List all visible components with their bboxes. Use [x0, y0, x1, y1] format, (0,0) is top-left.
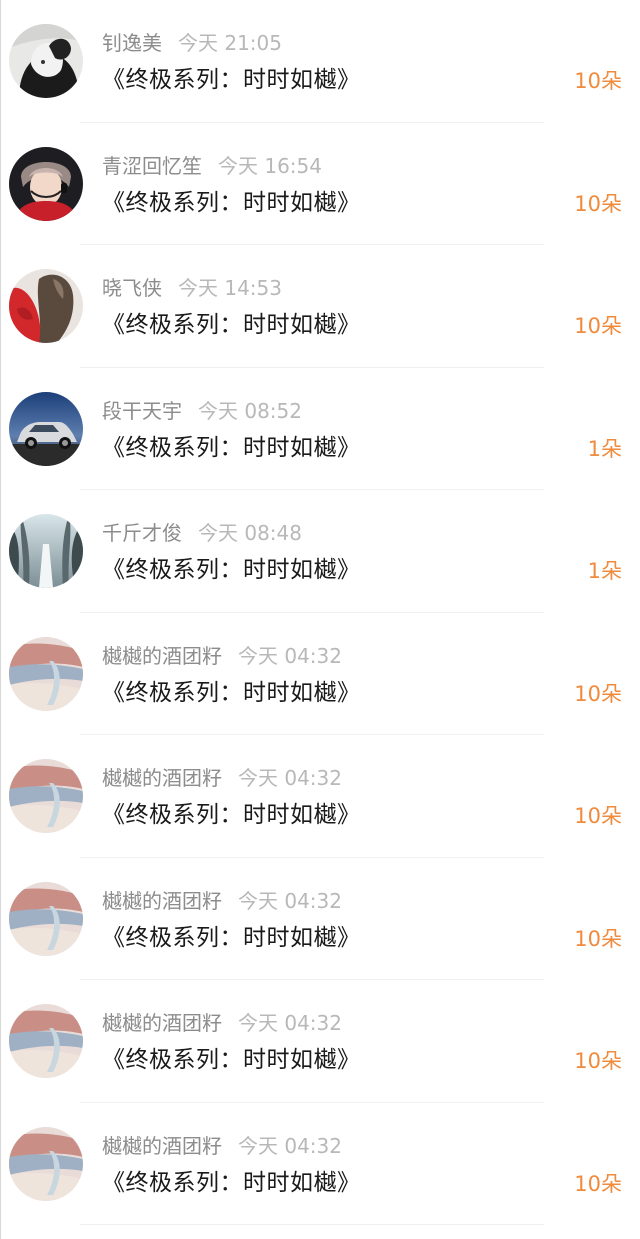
- timestamp: 今天 16:54: [218, 153, 322, 178]
- timestamp: 今天 14:53: [178, 276, 282, 300]
- record-meta: 樾樾的酒团籽 今天 04:32: [102, 643, 342, 669]
- list-item[interactable]: 钊逸美 今天 21:05 《终极系列：时时如樾》 10朵: [0, 0, 640, 123]
- idol-avatar-icon: [9, 146, 83, 221]
- list-item[interactable]: 樾樾的酒团籽 今天 04:32 《终极系列：时时如樾》 10朵: [0, 980, 640, 1103]
- user-name[interactable]: 青涩回忆笙: [102, 154, 202, 178]
- sunset-sky-avatar-icon: [9, 1126, 83, 1201]
- work-title[interactable]: 《终极系列：时时如樾》: [102, 799, 361, 831]
- gift-count: 10朵: [574, 69, 622, 93]
- list-item[interactable]: 段干天宇 今天 08:52 《终极系列：时时如樾》 1朵: [0, 368, 640, 490]
- timestamp: 今天 08:52: [198, 398, 302, 423]
- sunset-sky-avatar-icon: [9, 636, 83, 711]
- list-item[interactable]: 樾樾的酒团籽 今天 04:32 《终极系列：时时如樾》 10朵: [0, 613, 640, 735]
- avatar[interactable]: [9, 636, 83, 711]
- timestamp: 今天 08:48: [198, 521, 302, 545]
- user-name[interactable]: 樾樾的酒团籽: [102, 889, 222, 913]
- user-name[interactable]: 樾樾的酒团籽: [102, 644, 222, 668]
- gift-record-list: 钊逸美 今天 21:05 《终极系列：时时如樾》 10朵 青涩回忆笙 今天 16:5…: [0, 0, 640, 1225]
- work-title[interactable]: 《终极系列：时时如樾》: [102, 187, 361, 219]
- avatar[interactable]: [9, 1126, 83, 1201]
- sunset-sky-avatar-icon: [9, 881, 83, 956]
- avatar[interactable]: [9, 759, 83, 833]
- user-name[interactable]: 晓飞侠: [102, 276, 162, 300]
- record-meta: 千斤才俊 今天 08:48: [102, 520, 302, 546]
- record-meta: 青涩回忆笙 今天 16:54: [102, 153, 322, 179]
- car-avatar-icon: [9, 391, 83, 466]
- gift-count: 10朵: [574, 1049, 622, 1073]
- record-meta: 樾樾的酒团籽 今天 04:32: [102, 888, 342, 914]
- gift-count: 10朵: [574, 681, 622, 706]
- work-title[interactable]: 《终极系列：时时如樾》: [102, 64, 361, 96]
- timestamp: 今天 04:32: [238, 1011, 342, 1035]
- work-title[interactable]: 《终极系列：时时如樾》: [102, 309, 361, 341]
- list-item[interactable]: 青涩回忆笙 今天 16:54 《终极系列：时时如樾》 10朵: [0, 123, 640, 245]
- record-meta: 樾樾的酒团籽 今天 04:32: [102, 1010, 342, 1036]
- cat-avatar-icon: [9, 24, 83, 98]
- gift-count: 10朵: [574, 804, 622, 828]
- avatar[interactable]: [9, 514, 83, 588]
- gift-count: 10朵: [574, 191, 622, 216]
- user-name[interactable]: 钊逸美: [102, 31, 162, 55]
- sunset-sky-avatar-icon: [9, 1004, 83, 1078]
- gift-count: 10朵: [574, 926, 622, 951]
- record-meta: 段干天宇 今天 08:52: [102, 398, 302, 424]
- avatar[interactable]: [9, 24, 83, 98]
- work-title[interactable]: 《终极系列：时时如樾》: [102, 677, 361, 709]
- timestamp: 今天 04:32: [238, 766, 342, 790]
- user-name[interactable]: 樾樾的酒团籽: [102, 1134, 222, 1158]
- list-item[interactable]: 千斤才俊 今天 08:48 《终极系列：时时如樾》 1朵: [0, 490, 640, 613]
- user-name[interactable]: 段干天宇: [102, 399, 182, 423]
- gift-count: 1朵: [587, 559, 622, 583]
- timestamp: 今天 21:05: [178, 31, 282, 55]
- work-title[interactable]: 《终极系列：时时如樾》: [102, 1167, 361, 1199]
- avatar[interactable]: [9, 146, 83, 221]
- sunset-sky-avatar-icon: [9, 759, 83, 833]
- gift-count: 10朵: [574, 1171, 622, 1196]
- avatar[interactable]: [9, 1004, 83, 1078]
- user-name[interactable]: 樾樾的酒团籽: [102, 1011, 222, 1035]
- snow-forest-avatar-icon: [9, 514, 83, 588]
- record-meta: 钊逸美 今天 21:05: [102, 30, 282, 56]
- work-title[interactable]: 《终极系列：时时如樾》: [102, 432, 361, 464]
- timestamp: 今天 04:32: [238, 888, 342, 913]
- user-name[interactable]: 千斤才俊: [102, 521, 182, 545]
- gift-count: 10朵: [574, 314, 622, 338]
- timestamp: 今天 04:32: [238, 1133, 342, 1158]
- record-meta: 樾樾的酒团籽 今天 04:32: [102, 765, 342, 791]
- work-title[interactable]: 《终极系列：时时如樾》: [102, 1044, 361, 1076]
- work-title[interactable]: 《终极系列：时时如樾》: [102, 554, 361, 586]
- list-item[interactable]: 晓飞侠 今天 14:53 《终极系列：时时如樾》 10朵: [0, 245, 640, 368]
- list-item[interactable]: 樾樾的酒团籽 今天 04:32 《终极系列：时时如樾》 10朵: [0, 1103, 640, 1225]
- timestamp: 今天 04:32: [238, 643, 342, 668]
- red-outfit-avatar-icon: [9, 269, 83, 343]
- divider: [80, 1224, 544, 1225]
- avatar[interactable]: [9, 391, 83, 466]
- user-name[interactable]: 樾樾的酒团籽: [102, 766, 222, 790]
- list-item[interactable]: 樾樾的酒团籽 今天 04:32 《终极系列：时时如樾》 10朵: [0, 858, 640, 980]
- avatar[interactable]: [9, 881, 83, 956]
- work-title[interactable]: 《终极系列：时时如樾》: [102, 922, 361, 954]
- record-meta: 樾樾的酒团籽 今天 04:32: [102, 1133, 342, 1159]
- gift-count: 1朵: [587, 436, 622, 461]
- list-item[interactable]: 樾樾的酒团籽 今天 04:32 《终极系列：时时如樾》 10朵: [0, 735, 640, 858]
- record-meta: 晓飞侠 今天 14:53: [102, 275, 282, 301]
- avatar[interactable]: [9, 269, 83, 343]
